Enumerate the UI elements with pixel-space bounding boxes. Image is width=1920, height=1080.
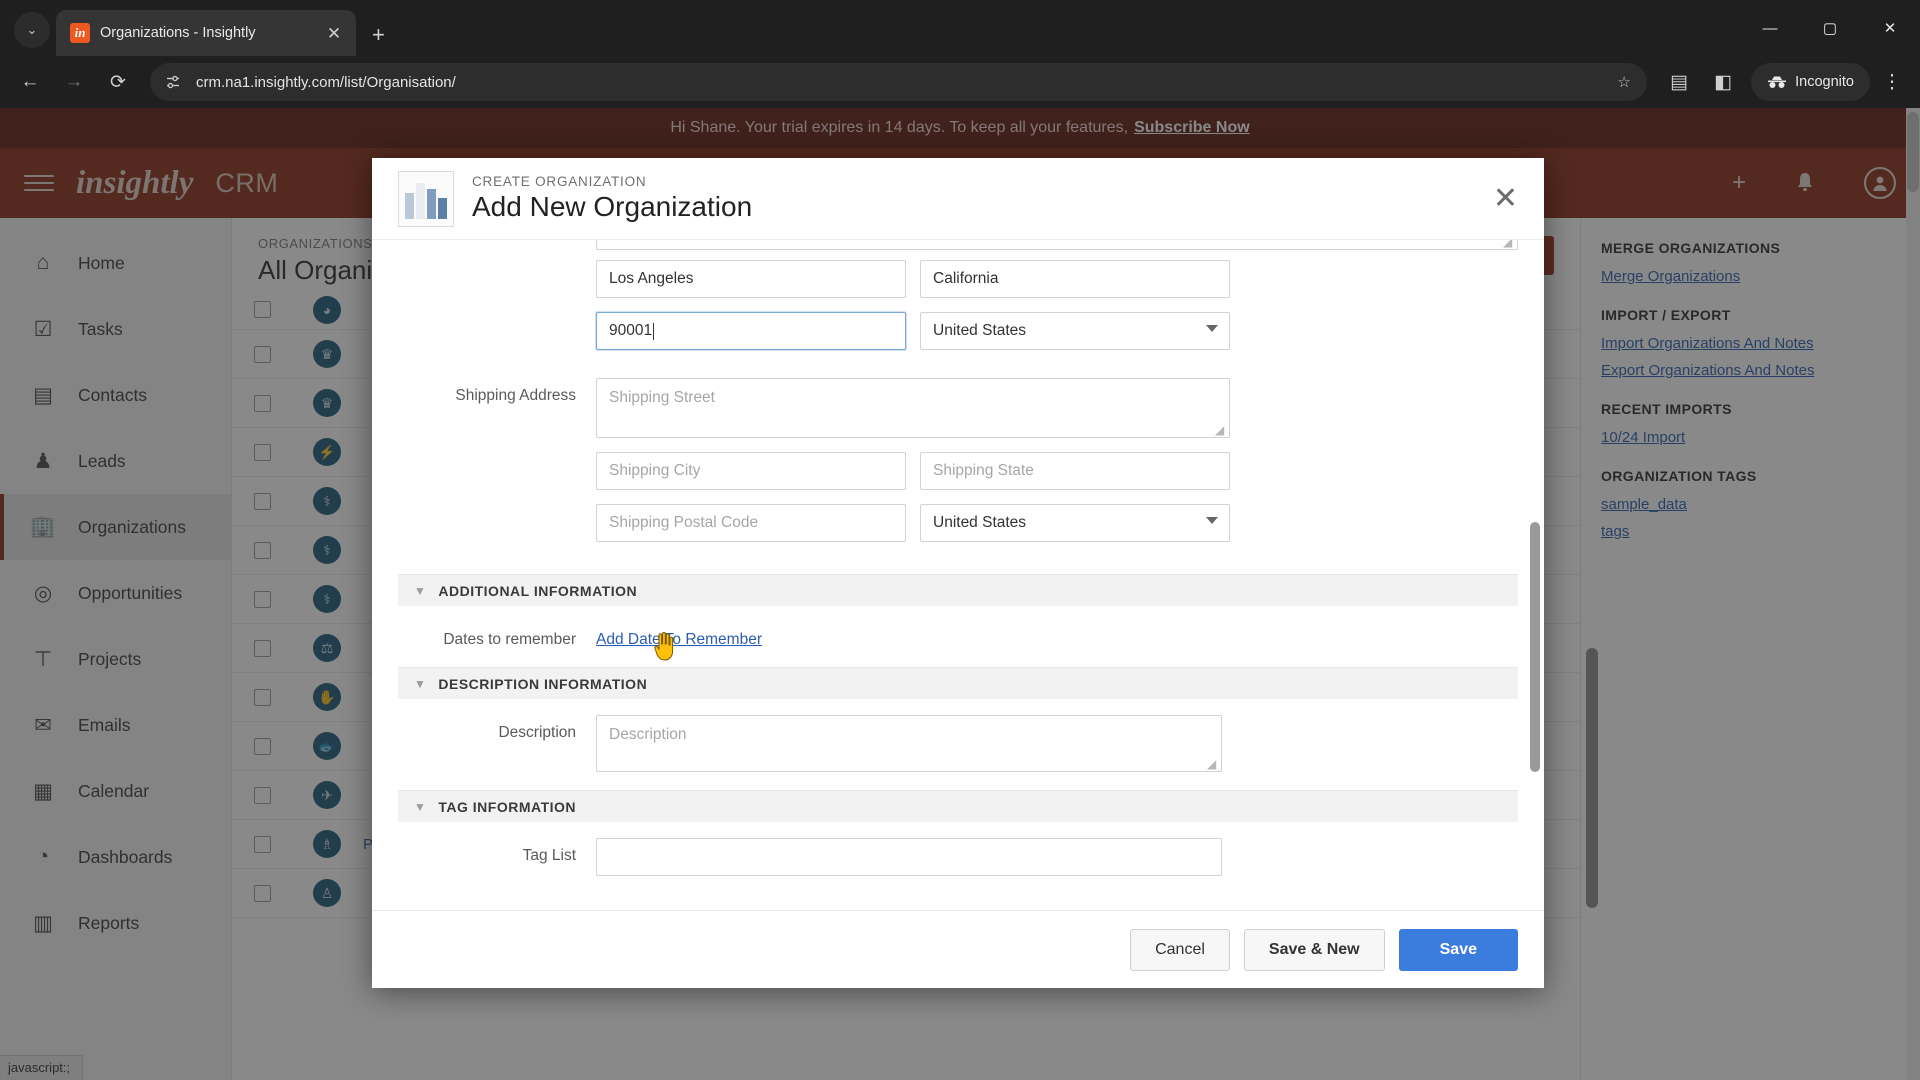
incognito-label: Incognito — [1795, 74, 1854, 90]
address-bar[interactable]: crm.na1.insightly.com/list/Organisation/… — [150, 63, 1648, 101]
chevron-down-icon[interactable] — [1206, 517, 1218, 524]
minimize-icon[interactable]: — — [1740, 0, 1800, 56]
text-caret — [653, 322, 655, 340]
shipping-address-row: Shipping Address Shipping Street ◢ Shipp… — [398, 378, 1518, 556]
section-label: ADDITIONAL INFORMATION — [438, 582, 638, 599]
billing-postal-code-value: 90001 — [609, 322, 653, 339]
cancel-button[interactable]: Cancel — [1130, 928, 1230, 971]
page-viewport: Hi Shane. Your trial expires in 14 days.… — [0, 108, 1920, 1080]
window-controls: — ▢ ✕ — [1740, 0, 1920, 56]
chevron-down-icon[interactable]: ▼ — [414, 584, 426, 598]
section-additional-information[interactable]: ▼ ADDITIONAL INFORMATION — [398, 574, 1518, 606]
save-and-new-button[interactable]: Save & New — [1243, 928, 1385, 971]
omnibox-bar: ← → ⟳ crm.na1.insightly.com/list/Organis… — [0, 56, 1920, 108]
tab-strip: ⌄ in Organizations - Insightly ✕ + — ▢ ✕ — [0, 0, 1920, 56]
billing-state-input[interactable]: California — [920, 260, 1230, 298]
tag-list-input[interactable] — [596, 838, 1222, 876]
reload-icon[interactable]: ⟳ — [98, 62, 138, 102]
billing-city-state-row: Los Angeles California 90001 United Stat… — [398, 260, 1518, 364]
dates-to-remember-row: Dates to remember Add Date To Remember — [398, 622, 1518, 649]
description-label: Description — [498, 724, 576, 741]
tab-search-button[interactable]: ⌄ — [14, 12, 50, 48]
tab-title: Organizations - Insightly — [100, 25, 256, 41]
bookmark-star-icon[interactable]: ☆ — [1613, 73, 1635, 91]
modal-scrollbar-thumb[interactable] — [1530, 522, 1540, 772]
tag-list-row: Tag List — [398, 838, 1518, 876]
billing-street-input[interactable]: ◢ — [596, 240, 1518, 250]
chevron-down-icon[interactable]: ▼ — [414, 677, 426, 691]
modal-body[interactable]: ◢ Los Angeles California 90001 United St… — [372, 240, 1544, 910]
new-tab-button[interactable]: + — [372, 24, 385, 46]
add-date-to-remember-link[interactable]: Add Date To Remember — [596, 622, 762, 649]
billing-postal-code-input[interactable]: 90001 — [596, 312, 906, 350]
section-label: DESCRIPTION INFORMATION — [438, 675, 648, 692]
shipping-state-input[interactable]: Shipping State — [920, 452, 1230, 490]
shipping-country-select[interactable]: United States — [920, 504, 1230, 542]
description-row: Description Description ◢ — [398, 715, 1518, 772]
browser-menu-icon[interactable]: ⋮ — [1874, 71, 1910, 94]
tag-list-label: Tag List — [522, 847, 576, 864]
add-organization-modal: CREATE ORGANIZATION Add New Organization… — [372, 158, 1544, 988]
billing-street-row: ◢ — [398, 240, 1518, 250]
chevron-down-icon[interactable] — [1206, 325, 1218, 332]
site-settings-icon[interactable] — [162, 74, 184, 90]
back-icon[interactable]: ← — [10, 62, 50, 102]
maximize-icon[interactable]: ▢ — [1800, 0, 1860, 56]
description-placeholder: Description — [609, 726, 687, 743]
shipping-postal-code-input[interactable]: Shipping Postal Code — [596, 504, 906, 542]
modal-eyebrow: CREATE ORGANIZATION — [472, 174, 647, 189]
section-description-information[interactable]: ▼ DESCRIPTION INFORMATION — [398, 667, 1518, 699]
side-panel-icon[interactable]: ◧ — [1703, 62, 1743, 102]
building-icon — [398, 170, 454, 227]
shipping-address-label: Shipping Address — [455, 387, 576, 404]
modal-title: Add New Organization — [472, 191, 753, 222]
resize-grip-icon[interactable]: ◢ — [1503, 240, 1515, 248]
billing-city-input[interactable]: Los Angeles — [596, 260, 906, 298]
chevron-down-icon[interactable]: ▼ — [414, 800, 426, 814]
save-button[interactable]: Save — [1398, 928, 1518, 971]
section-tag-information[interactable]: ▼ TAG INFORMATION — [398, 790, 1518, 822]
modal-header: CREATE ORGANIZATION Add New Organization… — [372, 158, 1544, 240]
split-view-icon[interactable]: ▤ — [1659, 62, 1699, 102]
insightly-favicon: in — [70, 23, 90, 43]
billing-country-select[interactable]: United States — [920, 312, 1230, 350]
chevron-down-icon: ⌄ — [26, 22, 38, 37]
browser-window: ⌄ in Organizations - Insightly ✕ + — ▢ ✕… — [0, 0, 1920, 1080]
incognito-indicator[interactable]: Incognito — [1751, 63, 1870, 101]
resize-grip-icon[interactable]: ◢ — [1207, 758, 1219, 770]
browser-tab[interactable]: in Organizations - Insightly ✕ — [56, 10, 356, 56]
section-label: TAG INFORMATION — [438, 798, 577, 815]
url-text: crm.na1.insightly.com/list/Organisation/ — [196, 73, 456, 91]
spacer-label — [398, 260, 596, 269]
close-icon[interactable]: ✕ — [1493, 183, 1518, 214]
dates-to-remember-label: Dates to remember — [443, 631, 576, 648]
description-input[interactable]: Description ◢ — [596, 715, 1222, 772]
close-icon[interactable]: ✕ — [322, 25, 346, 42]
shipping-street-input[interactable]: Shipping Street ◢ — [596, 378, 1230, 438]
resize-grip-icon[interactable]: ◢ — [1215, 424, 1227, 436]
spacer-label — [398, 240, 596, 249]
incognito-icon — [1768, 76, 1787, 88]
modal-footer: Cancel Save & New Save — [372, 910, 1544, 988]
shipping-city-input[interactable]: Shipping City — [596, 452, 906, 490]
forward-icon[interactable]: → — [54, 62, 94, 102]
shipping-street-placeholder: Shipping Street — [609, 389, 715, 406]
window-close-icon[interactable]: ✕ — [1860, 0, 1920, 56]
